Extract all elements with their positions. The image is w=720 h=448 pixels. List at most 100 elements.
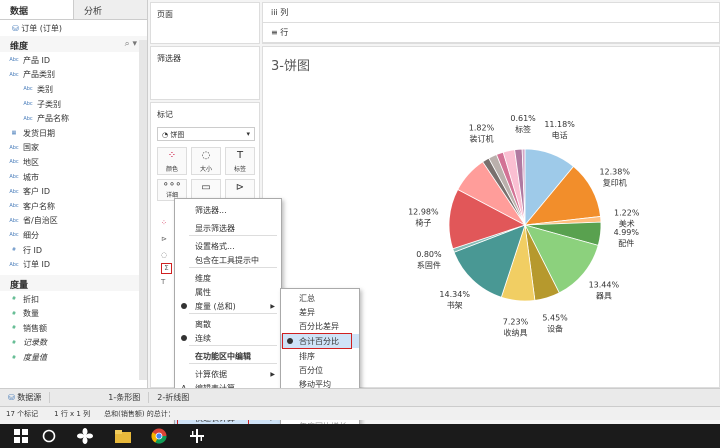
file-explorer-icon[interactable] — [106, 424, 140, 448]
mark-type-select[interactable]: ◔ 饼图 ▾ — [157, 127, 255, 141]
context-menu-item[interactable]: 属性 — [175, 285, 281, 299]
slice-category-label: 收纳具 — [504, 328, 528, 338]
slice-category-label: 书架 — [447, 300, 463, 310]
columns-shelf[interactable]: iii 列 — [263, 3, 719, 23]
sheet-tabs-bar: ⛁ 数据源 1-条形图 2-折线图 — [0, 388, 720, 406]
filters-label: 筛选器 — [157, 54, 181, 63]
field-label: 产品 ID — [23, 55, 51, 65]
path-pill-icon[interactable]: ⊳ — [161, 231, 172, 247]
color-button-label: 颜色 — [165, 166, 178, 173]
field-type-icon: Abc — [9, 217, 19, 224]
field-label: 子类别 — [37, 99, 61, 109]
dimension-field[interactable]: Abc 子类别 — [0, 96, 147, 111]
color-pill-icon[interactable]: ⁘ — [161, 215, 172, 231]
context-menu-item[interactable]: 包含在工具提示中 — [175, 253, 281, 267]
measure-field[interactable]: # 折扣 — [0, 291, 147, 306]
tab-bar-chart[interactable]: 1-条形图 — [100, 392, 150, 403]
dimension-field[interactable]: Abc 国家 — [0, 140, 147, 155]
menu-item-label: 离散 — [195, 319, 211, 329]
field-label: 订单 ID — [23, 260, 51, 270]
slice-percent-label: 12.38% — [599, 167, 630, 176]
dimension-field[interactable]: Abc 产品 ID — [0, 52, 147, 67]
label-pill-icon[interactable]: T — [161, 274, 172, 290]
submenu-item[interactable]: 合计百分比 — [281, 333, 359, 349]
dimension-field[interactable]: Abc 产品名称 — [0, 110, 147, 125]
field-label: 产品类别 — [23, 70, 55, 80]
measure-field[interactable]: # 销售额 — [0, 320, 147, 335]
context-menu-item[interactable]: 显示筛选器 — [175, 221, 281, 235]
columns-label: iii 列 — [271, 8, 289, 17]
measures-header: 度量 — [0, 274, 147, 291]
dimension-field[interactable]: Abc 客户名称 — [0, 198, 147, 213]
tab-data[interactable]: 数据 — [0, 0, 74, 19]
tooltip-icon: ▭ — [201, 182, 211, 193]
context-menu-item[interactable]: 筛选器... — [175, 203, 281, 217]
chrome-icon[interactable] — [142, 424, 176, 448]
dimension-field[interactable]: Abc 细分 — [0, 227, 147, 242]
field-type-icon: Abc — [9, 188, 19, 195]
context-menu-item[interactable]: 度量 (总和) ▶ — [175, 299, 281, 313]
color-button[interactable]: ⁘ 颜色 — [157, 147, 187, 175]
field-label: 地区 — [23, 157, 39, 167]
slice-percent-label: 12.98% — [408, 207, 439, 216]
dimension-field[interactable]: Abc 省/自治区 — [0, 213, 147, 228]
field-label: 类别 — [37, 84, 53, 94]
submenu-item-label: 排序 — [299, 351, 315, 361]
dimension-field[interactable]: Abc 订单 ID — [0, 256, 147, 271]
status-marks: 17 个标记 — [6, 409, 39, 418]
context-menu-item[interactable]: 在功能区中编辑 — [175, 349, 281, 363]
detail-icon: ∘∘∘ — [162, 179, 182, 190]
dimension-field[interactable]: Abc 客户 ID — [0, 183, 147, 198]
tableau-icon[interactable] — [180, 424, 214, 448]
tab-datasource-label: 数据源 — [17, 393, 42, 402]
tab-line-chart[interactable]: 2-折线图 — [149, 392, 197, 403]
menu-item-label: 筛选器... — [195, 205, 227, 215]
submenu-item[interactable]: 排序 — [281, 349, 359, 363]
cortana-icon[interactable] — [32, 424, 66, 448]
field-type-icon: Abc — [9, 203, 19, 210]
slice-percent-label: 0.80% — [416, 250, 442, 259]
dimension-field[interactable]: Abc 城市 — [0, 169, 147, 184]
measure-field[interactable]: # 度量值 — [0, 349, 147, 364]
dimension-field[interactable]: Abc 类别 — [0, 81, 147, 96]
context-menu-item[interactable]: 设置格式... — [175, 239, 281, 253]
context-menu-item[interactable]: 计算依据 ▶ — [175, 367, 281, 381]
field-type-icon: Abc — [9, 159, 19, 166]
measure-field[interactable]: # 记录数 — [0, 335, 147, 350]
dimensions-list: Abc 产品 ID Abc 产品类别 Abc 类别 Abc 子类别 Abc 产品名称 ▦ 发货日期 Ab… — [0, 52, 147, 271]
dimension-field[interactable]: Abc 地区 — [0, 154, 147, 169]
menu-separator — [189, 235, 277, 236]
dimension-field[interactable]: ▦ 发货日期 — [0, 125, 147, 140]
datasource-item[interactable]: ⛁ 订单 (订单) — [0, 20, 147, 36]
slice-category-label: 设备 — [547, 323, 563, 333]
data-pane: 数据 分析 ⛁ 订单 (订单) 维度 ⌕ ▾ Abc 产品 ID Abc 产品类别 Ab… — [0, 0, 148, 390]
submenu-item[interactable]: 汇总 — [281, 291, 359, 305]
dimension-field[interactable]: # 行 ID — [0, 242, 147, 257]
submenu-item[interactable]: 差异 — [281, 305, 359, 319]
fan-app-icon[interactable] — [68, 424, 102, 448]
filters-shelf[interactable]: 筛选器 — [150, 46, 260, 100]
slice-category-label: 椅子 — [415, 217, 431, 227]
tab-analytics[interactable]: 分析 — [74, 0, 147, 19]
submenu-item[interactable]: 百分比差异 — [281, 319, 359, 333]
submenu-item[interactable]: 百分位 — [281, 363, 359, 377]
measure-field[interactable]: # 数量 — [0, 306, 147, 321]
size-button[interactable]: ◌ 大小 — [191, 147, 221, 175]
dimension-field[interactable]: Abc 产品类别 — [0, 67, 147, 82]
size-pill-icon[interactable]: ◌ — [161, 247, 172, 263]
menu-item-label: 连续 — [195, 333, 211, 343]
rows-shelf[interactable]: ≡ 行 — [263, 23, 719, 43]
submenu-arrow-icon: ▶ — [270, 370, 275, 378]
context-menu-item[interactable]: 连续 — [175, 331, 281, 345]
label-button[interactable]: T 标签 — [225, 147, 255, 175]
context-menu-item[interactable]: 维度 — [175, 271, 281, 285]
search-icon[interactable]: ⌕ ▾ — [125, 39, 137, 49]
field-label: 发货日期 — [23, 128, 55, 138]
tab-datasource[interactable]: ⛁ 数据源 — [0, 392, 51, 403]
pages-shelf[interactable]: 页面 — [150, 2, 260, 44]
data-pane-scrollbar[interactable] — [139, 40, 147, 380]
measure-type-icon: # — [11, 354, 17, 361]
pages-label: 页面 — [157, 10, 173, 19]
table-calc-pill-icon[interactable]: Σ — [161, 263, 172, 274]
context-menu-item[interactable]: 离散 — [175, 317, 281, 331]
